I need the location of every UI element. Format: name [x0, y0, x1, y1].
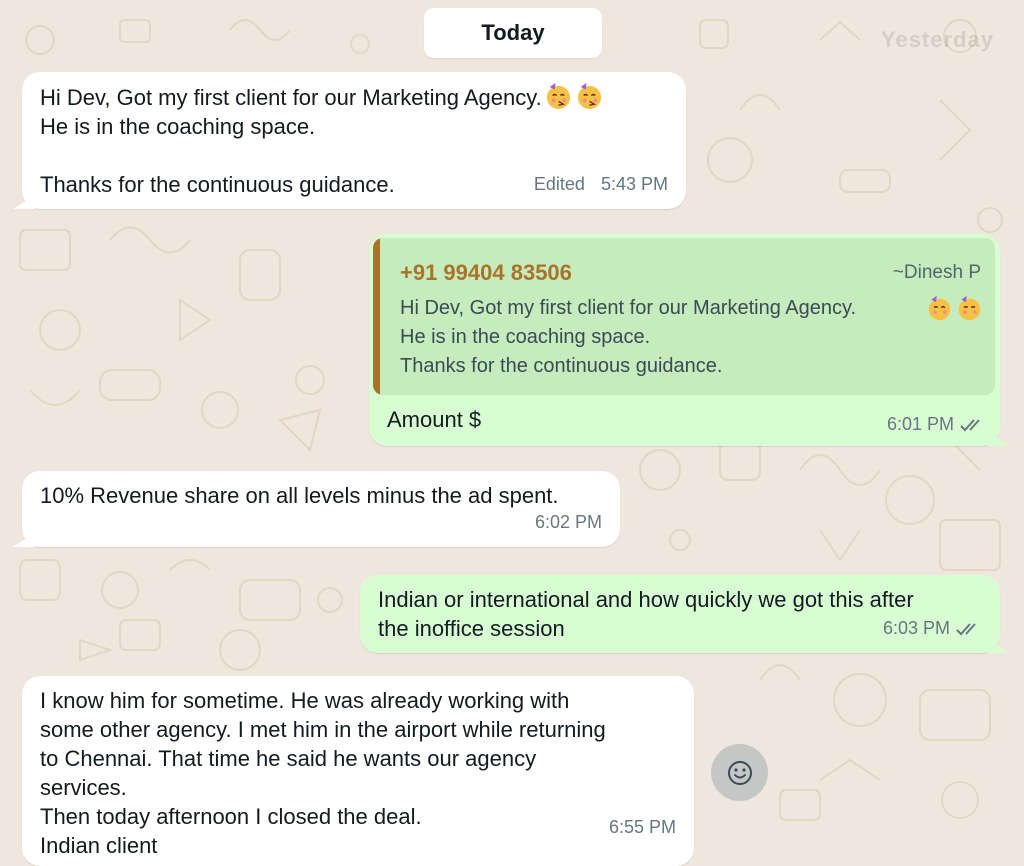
partying-face-emoji-icon — [956, 295, 983, 322]
smiley-icon — [727, 760, 752, 785]
edited-label: Edited — [533, 174, 585, 194]
emoji-reaction-button[interactable] — [711, 744, 768, 801]
message-bubble-outgoing[interactable]: Indian or international and how quickly … — [360, 575, 1009, 653]
message-text: 10% Revenue share on all levels minus th… — [40, 483, 559, 508]
message-bubble-incoming[interactable]: Hi Dev, Got my first client for our Mark… — [13, 72, 686, 209]
message-time: 6:01 PM — [886, 414, 954, 434]
message-bubble-incoming[interactable]: 10% Revenue share on all levels minus th… — [13, 471, 620, 547]
quote-sender-name: ~Dinesh P — [892, 262, 981, 283]
message-line: Thanks for the continuous guidance. — [40, 172, 395, 197]
date-divider-label: Today — [481, 20, 545, 45]
message-time: 6:02 PM — [534, 512, 602, 532]
message-line: He is in the coaching space. — [40, 114, 316, 139]
message-time: 6:03 PM — [882, 618, 950, 638]
message-meta: 6:02 PM — [535, 508, 602, 537]
partying-face-emoji-icon — [575, 82, 604, 111]
double-check-icon — [956, 622, 976, 635]
message-text: I know him for sometime. He was already … — [40, 688, 606, 858]
message-line: Hi Dev, Got my first client for our Mark… — [40, 85, 542, 110]
quote-text: Hi Dev, Got my first client for our Mark… — [400, 297, 857, 377]
message-meta: 6:01 PM — [887, 414, 986, 435]
partying-face-emoji-icon — [544, 82, 573, 111]
quoted-message[interactable]: +91 99404 83506 ~Dinesh P Hi Dev, Got my… — [373, 238, 995, 395]
date-divider-ghost-label: Yesterday — [881, 27, 994, 52]
message-text: Indian or international and how quickly … — [378, 587, 914, 641]
quote-accent-bar — [373, 238, 380, 395]
double-check-icon — [960, 418, 980, 431]
message-time: 6:55 PM — [608, 817, 676, 837]
message-time: 5:43 PM — [600, 174, 668, 194]
partying-face-emoji-icon — [926, 295, 953, 322]
date-divider: Yesterday Today — [424, 8, 993, 58]
message-text: Amount $ — [387, 407, 482, 432]
message-meta: Edited 5:43 PM — [534, 170, 668, 199]
quote-sender-phone: +91 99404 83506 — [400, 260, 572, 285]
message-text: Hi Dev, Got my first client for our Mark… — [40, 82, 604, 199]
message-meta: 6:03 PM — [883, 614, 982, 643]
message-bubble-incoming[interactable]: I know him for sometime. He was already … — [22, 676, 694, 866]
message-meta: 6:55 PM — [609, 813, 676, 842]
